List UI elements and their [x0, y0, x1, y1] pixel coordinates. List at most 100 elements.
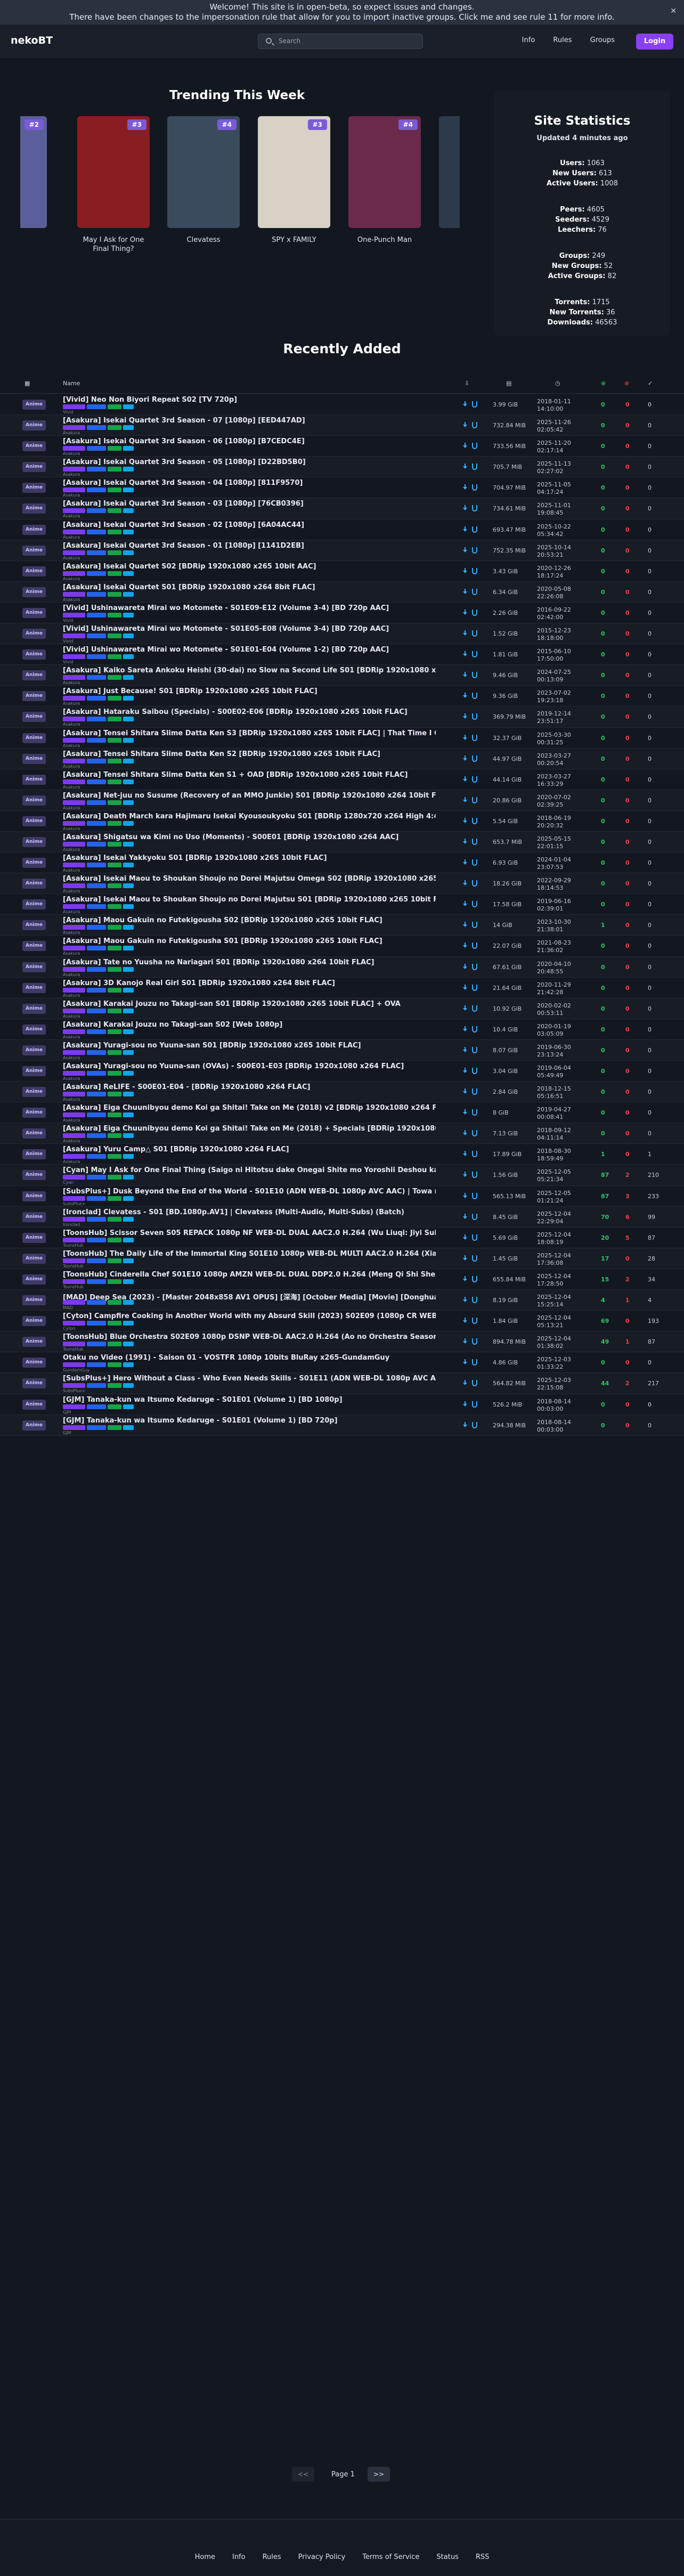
download-icon[interactable]	[462, 1130, 468, 1136]
torrent-name[interactable]: [Cyan] May I Ask for One Final Thing (Sa…	[63, 1166, 436, 1174]
table-row[interactable]: Anime [Asakura] Tensei Shitara Slime Datt…	[0, 748, 684, 769]
category-badge[interactable]: Anime	[22, 774, 46, 785]
torrent-name[interactable]: [Vivid] Ushinawareta Mirai wo Motomete -…	[63, 625, 436, 633]
table-row[interactable]: Anime [SubsPlus+] Hero Without a Class - …	[0, 1373, 684, 1394]
table-row[interactable]: Anime [Asakura] Tensei Shitara Slime Datt…	[0, 769, 684, 790]
download-icon[interactable]	[462, 567, 468, 574]
magnet-icon[interactable]	[472, 1255, 477, 1262]
uploader-name[interactable]: Asakura	[63, 451, 80, 456]
uploader-name[interactable]: Asakura	[63, 743, 80, 748]
header-leechers-icon[interactable]: ⊗	[624, 380, 629, 387]
download-icon[interactable]	[462, 1255, 468, 1262]
magnet-icon[interactable]	[472, 609, 477, 616]
uploader-name[interactable]: Asakura	[63, 972, 80, 977]
search-input[interactable]: Search	[258, 34, 423, 49]
category-badge[interactable]: Anime	[22, 524, 46, 535]
torrent-name[interactable]: [Cyton] Campfire Cooking in Another Worl…	[63, 1312, 436, 1320]
header-completed-icon[interactable]: ✓	[648, 380, 653, 387]
uploader-name[interactable]: Vivid	[63, 639, 74, 644]
magnet-icon[interactable]	[472, 922, 477, 929]
download-icon[interactable]	[462, 672, 468, 678]
trending-card[interactable]	[439, 116, 460, 235]
trending-card-title[interactable]: One-Punch Man	[348, 235, 421, 245]
download-icon[interactable]	[462, 880, 468, 887]
table-row[interactable]: Anime [Asakura] ReLIFE - S00E01-E04 - [BD…	[0, 1082, 684, 1103]
download-icon[interactable]	[462, 755, 468, 762]
magnet-icon[interactable]	[472, 734, 477, 741]
download-icon[interactable]	[462, 401, 468, 408]
category-badge[interactable]: Anime	[22, 1378, 46, 1389]
uploader-name[interactable]: Asakura	[63, 826, 80, 831]
category-badge[interactable]: Anime	[22, 1024, 46, 1035]
download-icon[interactable]	[462, 526, 468, 533]
table-row[interactable]: Anime [Asakura] Isekai Quartet 3rd Season…	[0, 498, 684, 519]
magnet-icon[interactable]	[472, 1338, 477, 1345]
table-row[interactable]: Anime [SubsPlus+] Dusk Beyond the End of …	[0, 1186, 684, 1207]
magnet-icon[interactable]	[472, 880, 477, 887]
magnet-icon[interactable]	[472, 1192, 477, 1199]
magnet-icon[interactable]	[472, 1213, 477, 1220]
footer-link[interactable]: RSS	[476, 2553, 490, 2561]
torrent-name[interactable]: [Asakura] Karakai Jouzu no Takagi-san S0…	[63, 1021, 436, 1029]
torrent-name[interactable]: [Vivid] Ushinawareta Mirai wo Motomete -…	[63, 604, 436, 612]
uploader-name[interactable]: Vivid	[63, 660, 74, 664]
table-row[interactable]: Anime [Asakura] Isekai Maou to Shoukan Sh…	[0, 894, 684, 915]
torrent-name[interactable]: [Asakura] Tate no Yuusha no Nariagari S0…	[63, 958, 436, 966]
category-badge[interactable]: Anime	[22, 1316, 46, 1327]
torrent-name[interactable]: [Asakura] Isekai Quartet 3rd Season - 01…	[63, 542, 436, 550]
download-icon[interactable]	[462, 1401, 468, 1408]
uploader-name[interactable]: Asakura	[63, 597, 80, 602]
uploader-name[interactable]: ToonsHub	[63, 1243, 84, 1248]
download-icon[interactable]	[462, 1046, 468, 1053]
category-badge[interactable]: Anime	[22, 795, 46, 806]
magnet-icon[interactable]	[472, 630, 477, 637]
torrent-name[interactable]: [Asakura] Maou Gakuin no Futekigousha S0…	[63, 916, 436, 924]
category-badge[interactable]: Anime	[22, 1295, 46, 1306]
table-row[interactable]: Anime [Asakura] Karakai Jouzu no Takagi-s…	[0, 1019, 684, 1040]
uploader-name[interactable]: Asakura	[63, 806, 80, 810]
uploader-name[interactable]: Asakura	[63, 1159, 80, 1164]
magnet-icon[interactable]	[472, 443, 477, 450]
table-row[interactable]: Anime [Asakura] Isekai Quartet 3rd Season…	[0, 436, 684, 457]
download-icon[interactable]	[462, 693, 468, 699]
table-row[interactable]: Anime [Asakura] Hataraku Saibou (Specials…	[0, 706, 684, 728]
uploader-name[interactable]: GJM	[63, 1410, 71, 1415]
category-badge[interactable]: Anime	[22, 941, 46, 952]
category-badge[interactable]: Anime	[22, 1087, 46, 1098]
category-badge[interactable]: Anime	[22, 1274, 46, 1285]
category-badge[interactable]: Anime	[22, 545, 46, 556]
torrent-name[interactable]: [GJM] Tanaka-kun wa Itsumo Kedaruge - S0…	[63, 1417, 436, 1425]
download-icon[interactable]	[462, 464, 468, 470]
magnet-icon[interactable]	[472, 963, 477, 970]
magnet-icon[interactable]	[472, 1401, 477, 1408]
table-row[interactable]: Anime [Asakura] Karakai Jouzu no Takagi-s…	[0, 998, 684, 1019]
category-badge[interactable]: Anime	[22, 1358, 46, 1368]
trending-poster[interactable]: #3	[77, 116, 150, 228]
download-icon[interactable]	[462, 443, 468, 449]
uploader-name[interactable]: MAD	[63, 1305, 73, 1310]
magnet-icon[interactable]	[472, 401, 477, 408]
uploader-name[interactable]: Asakura	[63, 556, 80, 560]
magnet-icon[interactable]	[472, 1068, 477, 1074]
magnet-icon[interactable]	[472, 713, 477, 720]
header-date-icon[interactable]: ◷	[555, 380, 560, 387]
download-icon[interactable]	[462, 776, 468, 783]
uploader-name[interactable]: GundamGuy	[63, 1368, 89, 1372]
torrent-name[interactable]: [Asakura] Yuragi-sou no Yuuna-san S01 [B…	[63, 1042, 436, 1050]
table-row[interactable]: Anime [Asakura] Tensei Shitara Slime Datt…	[0, 728, 684, 749]
category-badge[interactable]: Anime	[22, 1045, 46, 1055]
category-badge[interactable]: Anime	[22, 483, 46, 493]
torrent-name[interactable]: [Asakura] 3D Kanojo Real Girl S01 [BDRip…	[63, 979, 436, 987]
download-icon[interactable]	[462, 1151, 468, 1157]
magnet-icon[interactable]	[472, 1005, 477, 1012]
category-badge[interactable]: Anime	[22, 858, 46, 868]
torrent-name[interactable]: [Asakura] Isekai Quartet 3rd Season - 05…	[63, 458, 436, 466]
torrent-name[interactable]: [Asakura] Eiga Chuunibyou demo Koi ga Sh…	[63, 1125, 436, 1133]
uploader-name[interactable]: Asakura	[63, 535, 80, 540]
download-icon[interactable]	[462, 901, 468, 907]
category-badge[interactable]: Anime	[22, 1212, 46, 1222]
table-row[interactable]: Anime [Asakura] Just Because! S01 [BDRip …	[0, 686, 684, 707]
magnet-icon[interactable]	[472, 1297, 477, 1304]
uploader-name[interactable]: Asakura	[63, 1014, 80, 1019]
nav-link-info[interactable]: Info	[522, 36, 535, 44]
